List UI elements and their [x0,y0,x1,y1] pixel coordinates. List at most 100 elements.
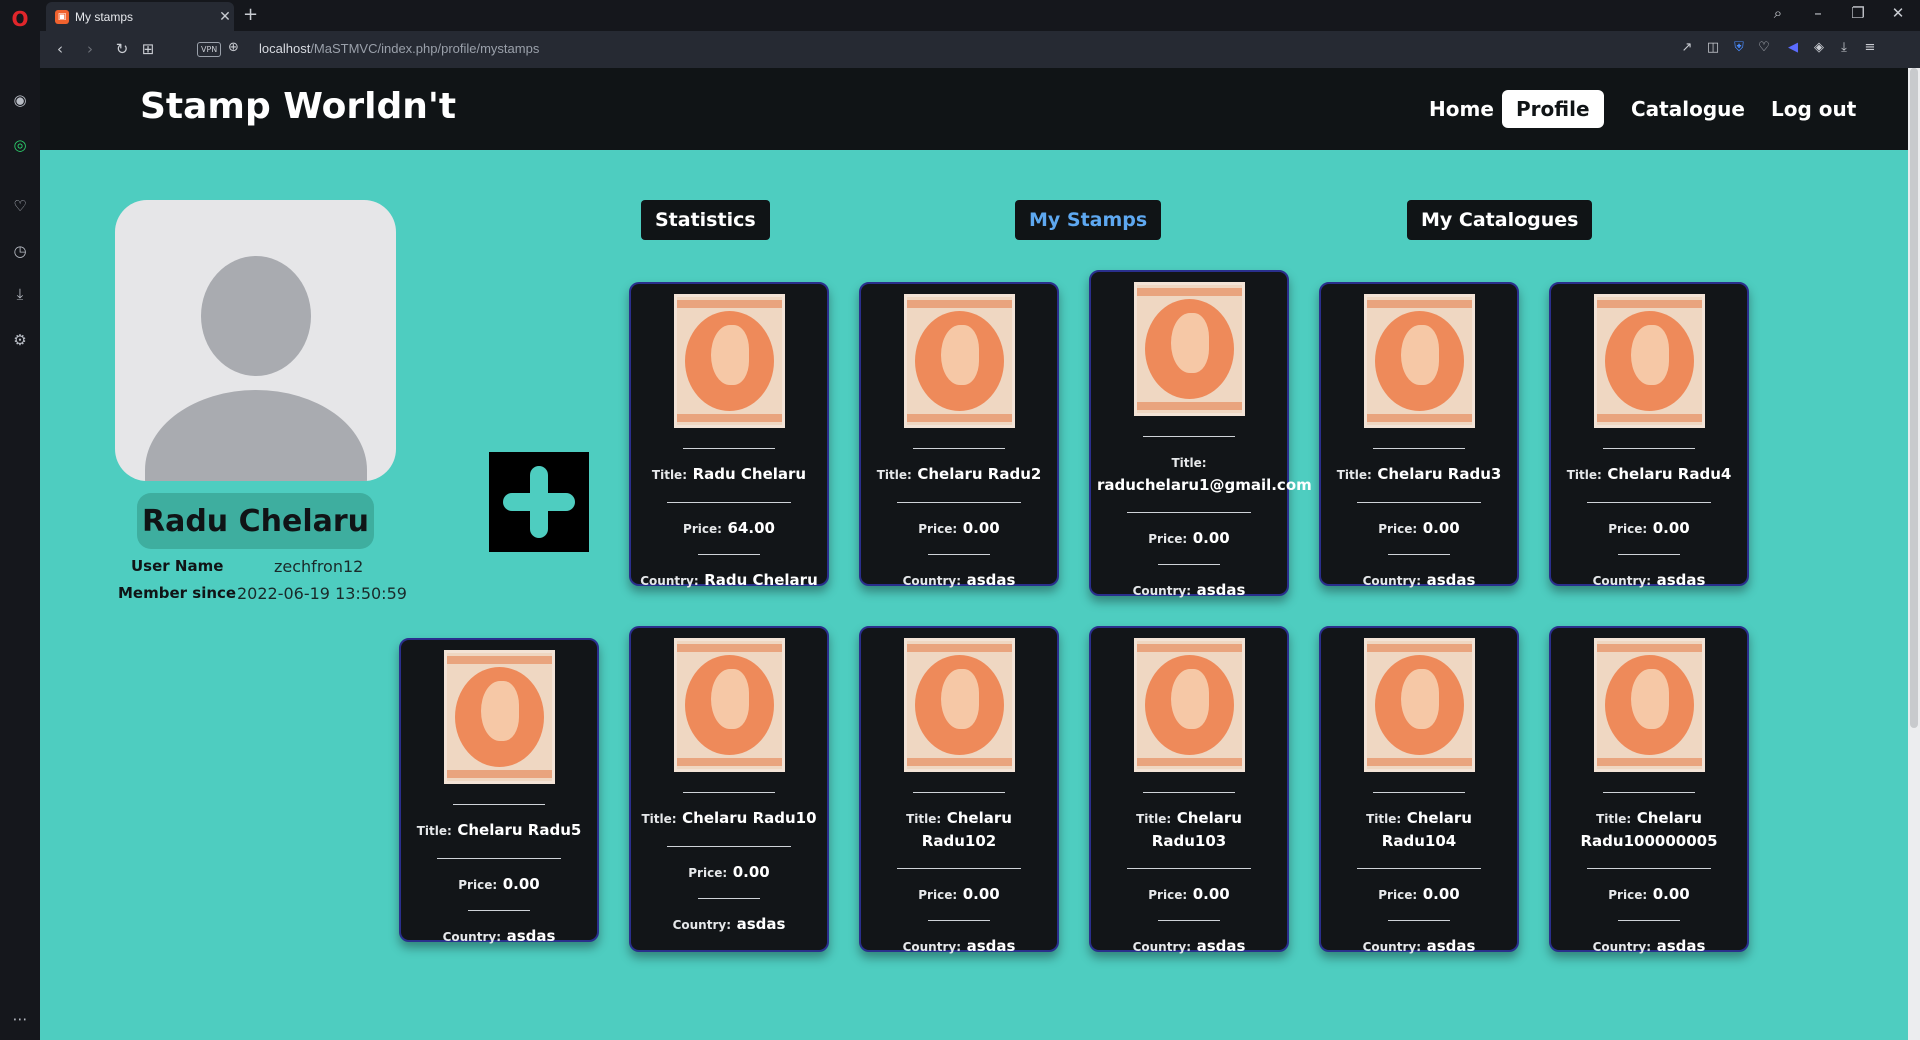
stamp-title: Chelaru Radu4 [1607,465,1732,483]
minimize-icon[interactable]: – [1803,4,1833,22]
downloads-icon[interactable]: ⤓ [1834,40,1854,55]
divider [1373,448,1465,449]
divider [683,792,775,793]
nav-catalogue[interactable]: Catalogue [1617,90,1759,128]
divider [1127,512,1251,513]
more-icon[interactable]: ⋯ [9,1008,31,1030]
tab-statistics[interactable]: Statistics [641,200,770,240]
player-icon[interactable]: ◀ [1783,40,1803,55]
stamp-title-row: Title: Chelaru Radu103 [1091,807,1287,852]
tab-my-stamps[interactable]: My Stamps [1015,200,1162,240]
stamp-title-row: Title: Radu Chelaru [631,463,827,486]
forward-icon[interactable]: › [80,40,100,58]
title-label: Title: [906,812,942,826]
country-label: Country: [902,574,961,588]
url-path: /MaSTMVC/index.php/profile/mystamps [310,41,540,56]
stamp-country: asdas [1656,571,1706,589]
stamp-card[interactable]: Title: raduchelaru1@gmail.com Price: 0.00… [1089,270,1312,599]
nav-logout[interactable]: Log out [1757,90,1870,128]
back-icon[interactable]: ‹ [50,40,70,58]
share-icon[interactable]: ↗ [1677,40,1697,55]
shield-icon[interactable]: ⛨ [1729,40,1749,55]
tabs-grid-icon[interactable]: ⊞ [138,40,158,58]
divider [667,502,791,503]
restore-icon[interactable]: ❐ [1843,4,1873,22]
stamp-country-row: Country: asdas [1551,935,1747,958]
stamp-card[interactable]: Title: Chelaru Radu4 Price: 0.00 Country: … [1549,282,1749,589]
divider [1127,868,1251,869]
stamp-price: 0.00 [1422,519,1460,537]
stamp-image [903,294,1015,428]
stamp-price-row: Price: 0.00 [1551,883,1747,906]
menu-icon[interactable]: ≡ [1860,40,1880,55]
download-icon[interactable]: ⤓ [9,283,31,305]
close-window-icon[interactable]: ✕ [1883,4,1913,22]
reload-icon[interactable]: ↻ [112,40,132,58]
stamp-price-row: Price: 0.00 [631,861,827,884]
search-icon[interactable]: ⌕ [1763,4,1793,22]
add-stamp-button[interactable] [489,452,589,552]
stamp-price: 0.00 [1652,519,1690,537]
price-label: Price: [458,878,498,892]
bookmark-heart-icon[interactable]: ♡ [1754,40,1774,55]
stamp-title-row: Title: Chelaru Radu5 [401,819,597,842]
cube-icon[interactable]: ◈ [1809,40,1829,55]
stamp-card[interactable]: Title: Chelaru Radu102 Price: 0.00 Country… [859,626,1059,955]
title-label: Title: [1366,812,1402,826]
stamp-card[interactable]: Title: Chelaru Radu100000005 Price: 0.00 C… [1549,626,1749,955]
stamp-country: asdas [1426,571,1476,589]
stamp-card[interactable]: Title: Radu Chelaru Price: 64.00 Country: … [629,282,829,589]
divider [468,910,530,911]
member-since-label: Member since [118,584,237,602]
divider [1143,792,1235,793]
stamp-title-row: Title: Chelaru Radu104 [1321,807,1517,852]
stamp-image [1363,294,1475,428]
stamp-country: asdas [966,937,1016,955]
divider [1618,554,1680,555]
stamp-title-row: Title: Chelaru Radu102 [861,807,1057,852]
stamp-price-row: Price: 0.00 [1551,517,1747,540]
url-field[interactable]: localhost/MaSTMVC/index.php/profile/myst… [259,41,539,56]
opera-logo-icon[interactable]: O [9,7,31,31]
new-tab-icon[interactable]: + [243,4,258,25]
vpn-badge[interactable]: VPN [197,42,222,57]
title-label: Title: [1136,812,1172,826]
divider [928,554,990,555]
scrollbar[interactable] [1908,68,1920,1040]
stamp-title: raduchelaru1@gmail.com [1097,476,1312,494]
stamp-card[interactable]: Title: Chelaru Radu2 Price: 0.00 Country: … [859,282,1059,589]
heart-icon[interactable]: ♡ [9,195,31,217]
tab-title: My stamps [75,9,134,24]
scrollbar-thumb[interactable] [1910,68,1918,728]
history-icon[interactable]: ◷ [9,240,31,262]
close-tab-icon[interactable]: ✕ [216,9,234,25]
stamp-card[interactable]: Title: Chelaru Radu10 Price: 0.00 Country:… [629,626,829,952]
messenger-icon[interactable]: ◉ [9,89,31,111]
settings-icon[interactable]: ⚙ [9,329,31,351]
price-label: Price: [1378,522,1418,536]
stamp-country: asdas [1196,937,1246,955]
divider [1618,920,1680,921]
stamp-card[interactable]: Title: Chelaru Radu5 Price: 0.00 Country: … [399,638,599,945]
country-label: Country: [1132,584,1191,598]
price-label: Price: [1378,888,1418,902]
nav-home[interactable]: Home [1415,90,1508,128]
stamp-price: 0.00 [732,863,770,881]
site-brand[interactable]: Stamp Worldn't [140,86,456,127]
camera-icon[interactable]: ◫ [1703,40,1723,55]
nav-profile[interactable]: Profile [1502,90,1604,128]
stamp-card[interactable]: Title: Chelaru Radu103 Price: 0.00 Country… [1089,626,1289,955]
tab-bar: ▣ My stamps ✕ + ⌕ – ❐ ✕ [40,0,1920,31]
stamp-card[interactable]: Title: Chelaru Radu104 Price: 0.00 Country… [1319,626,1519,955]
whatsapp-icon[interactable]: ◎ [9,134,31,156]
title-label: Title: [1171,456,1207,470]
country-label: Country: [1362,940,1421,954]
divider [1587,868,1711,869]
stamp-country-row: Country: asdas [861,569,1057,592]
divider [1603,792,1695,793]
browser-tab[interactable]: ▣ My stamps ✕ [46,2,234,31]
username-value: zechfron12 [274,557,364,576]
tab-my-catalogues[interactable]: My Catalogues [1407,200,1593,240]
stamp-country: asdas [736,915,786,933]
stamp-card[interactable]: Title: Chelaru Radu3 Price: 0.00 Country: … [1319,282,1519,589]
